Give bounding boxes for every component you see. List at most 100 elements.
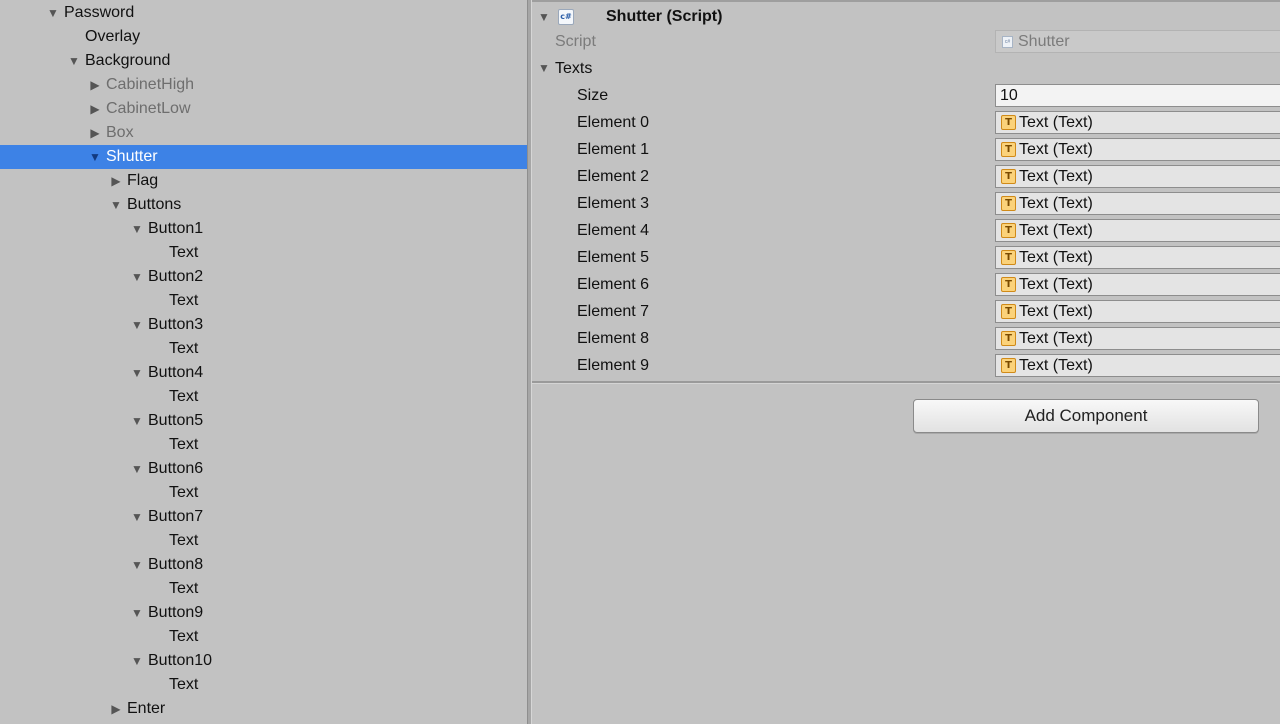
component-title: Shutter (Script) xyxy=(606,8,723,25)
csharp-script-icon: c# xyxy=(558,9,574,25)
tree-item-text[interactable]: Text xyxy=(0,289,527,313)
text-component-icon: T xyxy=(1001,304,1016,319)
expand-arrow-icon[interactable]: ▼ xyxy=(130,553,144,577)
hierarchy-panel: ▼ Password Overlay ▼ Background ▶ Cabine… xyxy=(0,0,527,724)
element-label: Element 9 xyxy=(577,357,650,374)
expand-arrow-icon[interactable]: ▼ xyxy=(130,649,144,673)
element-row: Element 0 T Text (Text) xyxy=(532,109,1280,136)
text-component-icon: T xyxy=(1001,250,1016,265)
unity-editor: ▼ Password Overlay ▼ Background ▶ Cabine… xyxy=(0,0,1280,724)
tree-item-label: Text xyxy=(169,484,199,501)
object-field[interactable]: T Text (Text) xyxy=(995,165,1280,188)
tree-item-text[interactable]: Text xyxy=(0,625,527,649)
script-value: Shutter xyxy=(1018,33,1070,50)
tree-item-label: Button9 xyxy=(148,604,204,621)
object-field[interactable]: T Text (Text) xyxy=(995,246,1280,269)
object-field[interactable]: T Text (Text) xyxy=(995,300,1280,323)
tree-item-label: Text xyxy=(169,532,199,549)
tree-item-button8[interactable]: ▼ Button8 xyxy=(0,553,527,577)
element-label: Element 3 xyxy=(577,195,650,212)
object-field[interactable]: T Text (Text) xyxy=(995,327,1280,350)
object-field[interactable]: T Text (Text) xyxy=(995,138,1280,161)
tree-item-box[interactable]: ▶ Box xyxy=(0,121,527,145)
tree-item-text[interactable]: Text xyxy=(0,433,527,457)
element-row: Element 6 T Text (Text) xyxy=(532,271,1280,298)
collapse-arrow-icon[interactable]: ▶ xyxy=(109,697,123,721)
expand-arrow-icon[interactable]: ▼ xyxy=(538,55,550,82)
tree-item-flag[interactable]: ▶ Flag xyxy=(0,169,527,193)
tree-item-text[interactable]: Text xyxy=(0,529,527,553)
tree-item-button1[interactable]: ▼ Button1 xyxy=(0,217,527,241)
text-component-icon: T xyxy=(1001,358,1016,373)
tree-item-label: Text xyxy=(169,340,199,357)
expand-arrow-icon[interactable]: ▼ xyxy=(538,4,550,30)
tree-item-text[interactable]: Text xyxy=(0,337,527,361)
object-field[interactable]: T Text (Text) xyxy=(995,111,1280,134)
component-header[interactable]: ▼ c# Shutter (Script) xyxy=(532,4,1280,30)
size-input[interactable]: 10 xyxy=(995,84,1280,107)
tree-item-text[interactable]: Text xyxy=(0,481,527,505)
expand-arrow-icon[interactable]: ▼ xyxy=(130,217,144,241)
tree-item-label: CabinetHigh xyxy=(106,76,195,93)
expand-arrow-icon[interactable]: ▼ xyxy=(88,145,102,169)
tree-item-button4[interactable]: ▼ Button4 xyxy=(0,361,527,385)
tree-item-cabinethigh[interactable]: ▶ CabinetHigh xyxy=(0,73,527,97)
tree-item-enter[interactable]: ▶ Enter xyxy=(0,697,527,721)
tree-item-text[interactable]: Text xyxy=(0,385,527,409)
element-label: Element 5 xyxy=(577,249,650,266)
text-component-icon: T xyxy=(1001,331,1016,346)
tree-item-button3[interactable]: ▼ Button3 xyxy=(0,313,527,337)
collapse-arrow-icon[interactable]: ▶ xyxy=(88,121,102,145)
object-field-value: Text (Text) xyxy=(1019,222,1093,239)
tree-item-button9[interactable]: ▼ Button9 xyxy=(0,601,527,625)
expand-arrow-icon[interactable]: ▼ xyxy=(130,409,144,433)
object-field[interactable]: T Text (Text) xyxy=(995,192,1280,215)
tree-item-overlay[interactable]: Overlay xyxy=(0,25,527,49)
tree-item-button2[interactable]: ▼ Button2 xyxy=(0,265,527,289)
tree-item-background[interactable]: ▼ Background xyxy=(0,49,527,73)
tree-item-buttons[interactable]: ▼ Buttons xyxy=(0,193,527,217)
tree-item-text[interactable]: Text xyxy=(0,241,527,265)
expand-arrow-icon[interactable]: ▼ xyxy=(130,457,144,481)
expand-arrow-icon[interactable]: ▼ xyxy=(130,313,144,337)
collapse-arrow-icon[interactable]: ▶ xyxy=(88,73,102,97)
size-property: Size 10 xyxy=(532,82,1280,109)
text-component-icon: T xyxy=(1001,142,1016,157)
expand-arrow-icon[interactable]: ▼ xyxy=(130,265,144,289)
script-field: c# Shutter xyxy=(995,30,1280,53)
texts-foldout[interactable]: ▼ Texts xyxy=(532,55,1280,82)
tree-item-button10[interactable]: ▼ Button10 xyxy=(0,649,527,673)
tree-item-label: Text xyxy=(169,292,199,309)
element-label: Element 1 xyxy=(577,141,650,158)
tree-item-button7[interactable]: ▼ Button7 xyxy=(0,505,527,529)
expand-arrow-icon[interactable]: ▼ xyxy=(46,1,60,25)
tree-item-text[interactable]: Text xyxy=(0,673,527,697)
add-component-button[interactable]: Add Component xyxy=(913,399,1259,433)
object-field-value: Text (Text) xyxy=(1019,249,1093,266)
tree-item-text[interactable]: Text xyxy=(0,577,527,601)
script-property: Script c# Shutter xyxy=(532,28,1280,55)
tree-item-button5[interactable]: ▼ Button5 xyxy=(0,409,527,433)
object-field-value: Text (Text) xyxy=(1019,195,1093,212)
object-field[interactable]: T Text (Text) xyxy=(995,354,1280,377)
tree-item-shutter[interactable]: ▼ Shutter xyxy=(0,145,527,169)
collapse-arrow-icon[interactable]: ▶ xyxy=(109,169,123,193)
collapse-arrow-icon[interactable]: ▶ xyxy=(88,97,102,121)
expand-arrow-icon[interactable]: ▼ xyxy=(130,601,144,625)
tree-item-label: Text xyxy=(169,436,199,453)
tree-item-label: Box xyxy=(106,124,134,141)
object-field[interactable]: T Text (Text) xyxy=(995,273,1280,296)
tree-item-label: Button5 xyxy=(148,412,204,429)
script-file-icon: c# xyxy=(1002,36,1013,48)
expand-arrow-icon[interactable]: ▼ xyxy=(67,49,81,73)
tree-item-cabinetlow[interactable]: ▶ CabinetLow xyxy=(0,97,527,121)
tree-item-label: Button4 xyxy=(148,364,204,381)
tree-item-password[interactable]: ▼ Password xyxy=(0,1,527,25)
element-label: Element 4 xyxy=(577,222,650,239)
expand-arrow-icon[interactable]: ▼ xyxy=(130,505,144,529)
expand-arrow-icon[interactable]: ▼ xyxy=(130,361,144,385)
object-field[interactable]: T Text (Text) xyxy=(995,219,1280,242)
element-row: Element 7 T Text (Text) xyxy=(532,298,1280,325)
expand-arrow-icon[interactable]: ▼ xyxy=(109,193,123,217)
tree-item-button6[interactable]: ▼ Button6 xyxy=(0,457,527,481)
